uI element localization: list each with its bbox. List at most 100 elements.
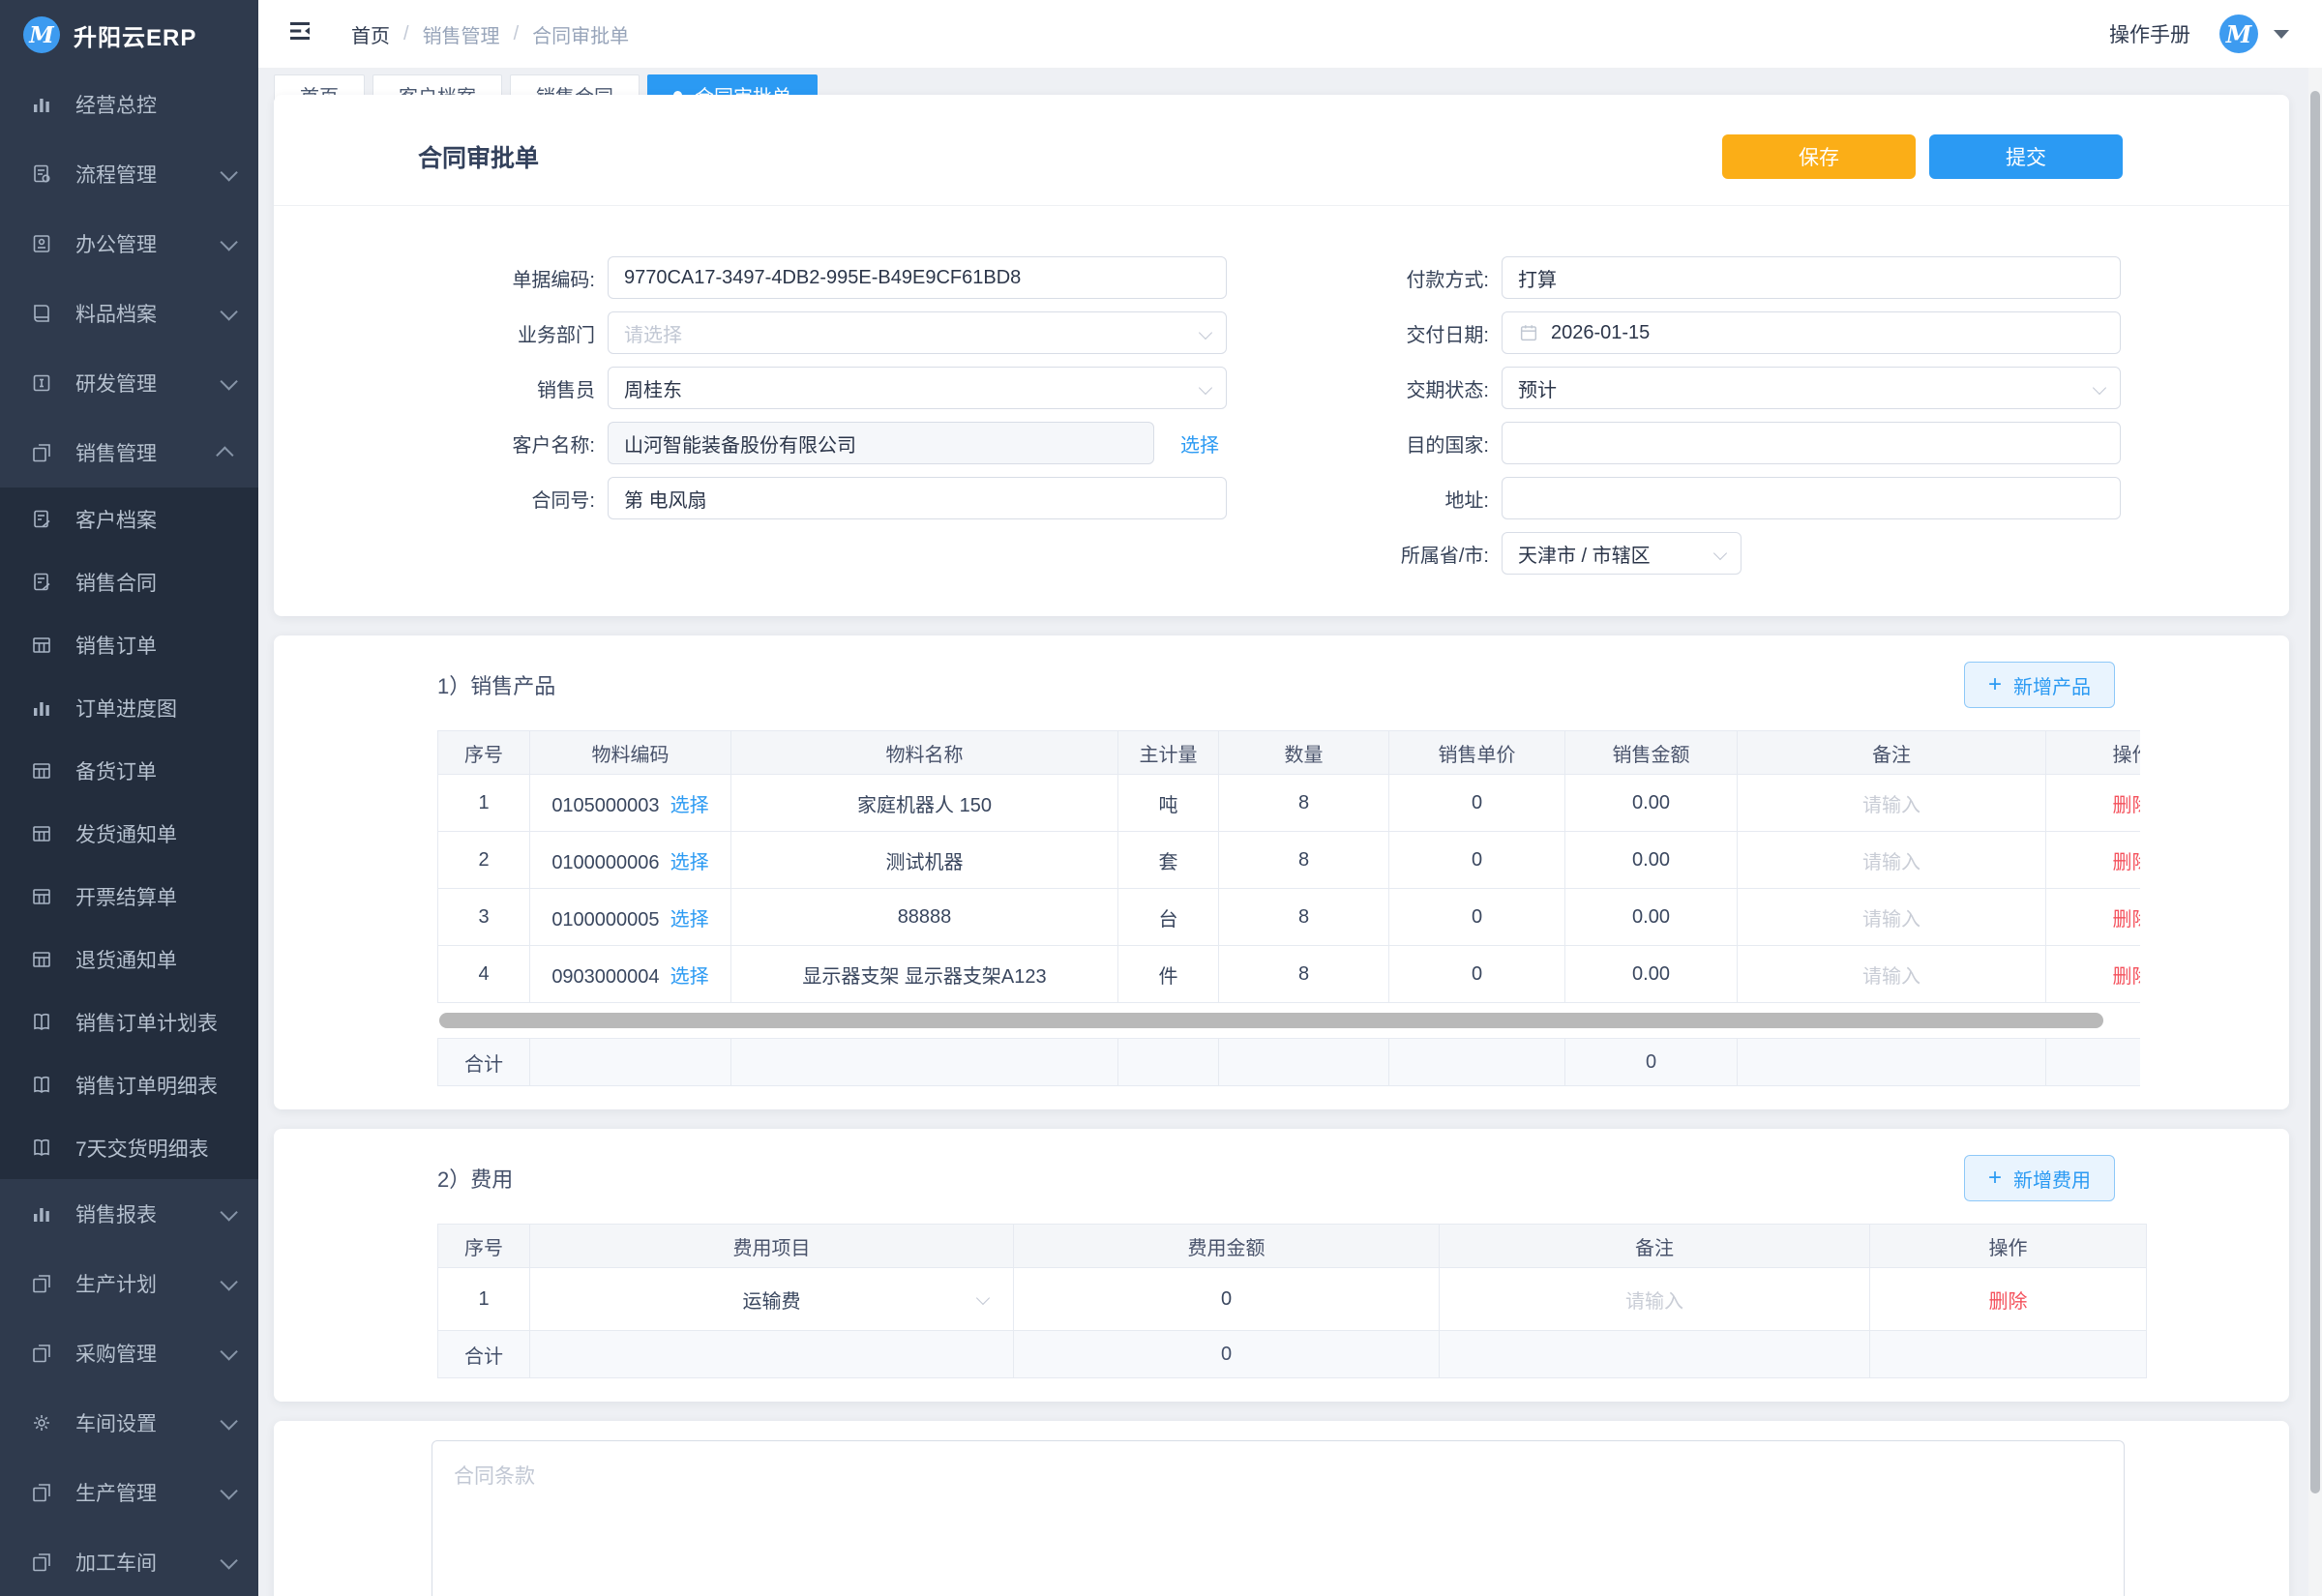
delete-row-link[interactable]: 删除 — [2113, 909, 2141, 931]
sidebar-item-purchase-mgmt[interactable]: 采购管理 — [0, 1318, 258, 1388]
col-fee-amount: 费用金额 — [1014, 1225, 1440, 1268]
breadcrumb-contract-approval[interactable]: 合同审批单 — [532, 20, 629, 48]
select-material-link[interactable]: 选择 — [670, 909, 709, 931]
price-input[interactable]: 0 — [1389, 832, 1565, 889]
sidebar-item-processing-workshop[interactable]: 加工车间 — [0, 1527, 258, 1596]
material-name: 显示器支架 显示器支架A123 — [731, 946, 1118, 1003]
price-input[interactable]: 0 — [1389, 889, 1565, 946]
sidebar-item-production-plan[interactable]: 生产计划 — [0, 1249, 258, 1318]
sidebar-collapse-icon[interactable] — [285, 16, 314, 51]
sidebar-item-material-archive[interactable]: 料品档案 — [0, 279, 258, 348]
caret-down-icon[interactable] — [2274, 30, 2289, 39]
sidebar-item-stock-order[interactable]: 备货订单 — [0, 739, 258, 802]
open-book-icon — [29, 1010, 54, 1035]
delivery-status-label: 交期状态: — [1331, 374, 1502, 402]
province-cascader[interactable]: 天津市 / 市辖区 — [1502, 532, 1742, 575]
price-input[interactable]: 0 — [1389, 775, 1565, 832]
customer-select-link[interactable]: 选择 — [1180, 429, 1219, 458]
amount-cell: 0.00 — [1565, 832, 1738, 889]
sidebar-item-label: 生产管理 — [75, 1478, 157, 1507]
delivery-status-select[interactable]: 预计 — [1502, 367, 2121, 409]
delete-row-link[interactable]: 删除 — [2113, 795, 2141, 816]
flow-doc-icon — [29, 162, 54, 187]
sidebar-item-sales-contract[interactable]: 销售合同 — [0, 550, 258, 613]
avatar[interactable]: M — [2219, 15, 2258, 53]
remark-input[interactable]: 请输入 — [1738, 775, 2046, 832]
sidebar-item-rd-mgmt[interactable]: 研发管理 — [0, 348, 258, 418]
add-fee-button[interactable]: +新增费用 — [1964, 1155, 2115, 1201]
submit-button[interactable]: 提交 — [1929, 134, 2123, 179]
department-select[interactable]: 请选择 — [608, 311, 1227, 354]
sidebar-item-label: 销售管理 — [75, 438, 157, 467]
sidebar-item-business-overview[interactable]: 经营总控 — [0, 70, 258, 139]
contract-terms-textarea[interactable] — [432, 1440, 2125, 1596]
chevron-down-icon — [1713, 547, 1727, 560]
sidebar-item-sales-mgmt[interactable]: 销售管理 — [0, 418, 258, 488]
qty-input[interactable]: 8 — [1219, 889, 1389, 946]
dest-country-input[interactable] — [1502, 422, 2121, 464]
delete-row-link[interactable]: 删除 — [2113, 852, 2141, 873]
sidebar-item-invoice-settlement[interactable]: 开票结算单 — [0, 865, 258, 928]
breadcrumb-sales-mgmt[interactable]: 销售管理 — [423, 20, 500, 48]
delete-row-link[interactable]: 删除 — [2113, 966, 2141, 988]
remark-input[interactable]: 请输入 — [1738, 832, 2046, 889]
horizontal-scrollbar[interactable] — [439, 1013, 2103, 1028]
qty-input[interactable]: 8 — [1219, 946, 1389, 1003]
sidebar-item-return-notice[interactable]: 退货通知单 — [0, 928, 258, 990]
products-table-clip: 序号 物料编码 物料名称 主计量 数量 销售单价 销售金额 备注 操作 — [437, 730, 2140, 1086]
sidebar-item-order-detail-report[interactable]: 销售订单明细表 — [0, 1053, 258, 1116]
col-material-name: 物料名称 — [731, 731, 1118, 775]
sidebar-item-sales-report[interactable]: 销售报表 — [0, 1179, 258, 1249]
qty-input[interactable]: 8 — [1219, 775, 1389, 832]
empty-cell — [1738, 1039, 2046, 1086]
form-row: 地址: — [1331, 477, 2121, 519]
salesman-select[interactable]: 周桂东 — [608, 367, 1227, 409]
price-input[interactable]: 0 — [1389, 946, 1565, 1003]
remark-input[interactable]: 请输入 — [1738, 946, 2046, 1003]
add-product-label: 新增产品 — [2013, 671, 2091, 699]
breadcrumb-home[interactable]: 首页 — [351, 20, 390, 48]
pages-icon — [29, 1271, 54, 1296]
vertical-scrollbar-thumb[interactable] — [2310, 91, 2320, 1493]
sidebar-item-order-plan-report[interactable]: 销售订单计划表 — [0, 990, 258, 1053]
sidebar-item-sales-order[interactable]: 销售订单 — [0, 613, 258, 676]
fee-item-select[interactable]: 运输费 — [530, 1268, 1014, 1331]
fee-amount-input[interactable]: 0 — [1014, 1268, 1440, 1331]
sidebar-item-process-mgmt[interactable]: 流程管理 — [0, 139, 258, 209]
sidebar-item-shipping-notice[interactable]: 发货通知单 — [0, 802, 258, 865]
delete-row-link[interactable]: 删除 — [1989, 1291, 2028, 1313]
form-row: 付款方式: 打算 — [1331, 256, 2121, 299]
select-material-link[interactable]: 选择 — [670, 795, 709, 816]
province-value: 天津市 / 市辖区 — [1518, 540, 1651, 568]
sidebar-item-workshop-settings[interactable]: 车间设置 — [0, 1388, 258, 1458]
sidebar-item-order-progress[interactable]: 订单进度图 — [0, 676, 258, 739]
payment-input[interactable]: 打算 — [1502, 256, 2121, 299]
sidebar-item-office-mgmt[interactable]: 办公管理 — [0, 209, 258, 279]
select-material-link[interactable]: 选择 — [670, 852, 709, 873]
doc-code-input[interactable]: 9770CA17-3497-4DB2-995E-B49E9CF61BD8 — [608, 256, 1227, 299]
empty-cell — [530, 1331, 1014, 1378]
terms-card — [274, 1421, 2289, 1596]
col-qty: 数量 — [1219, 731, 1389, 775]
delivery-date-input[interactable]: 2026-01-15 — [1502, 311, 2121, 354]
qty-input[interactable]: 8 — [1219, 832, 1389, 889]
amount-cell: 0.00 — [1565, 775, 1738, 832]
sidebar-item-customer-archive[interactable]: 客户档案 — [0, 488, 258, 550]
contract-no-input[interactable]: 第 电风扇 — [608, 477, 1227, 519]
form-row: 业务部门 请选择 — [437, 311, 1227, 354]
remark-input[interactable]: 请输入 — [1738, 889, 2046, 946]
col-index: 序号 — [438, 731, 530, 775]
address-input[interactable] — [1502, 477, 2121, 519]
salesman-value: 周桂东 — [624, 374, 682, 402]
sidebar-item-7day-delivery-report[interactable]: 7天交货明细表 — [0, 1116, 258, 1179]
sidebar-item-production-mgmt[interactable]: 生产管理 — [0, 1458, 258, 1527]
save-button[interactable]: 保存 — [1722, 134, 1916, 179]
manual-link[interactable]: 操作手册 — [2109, 19, 2190, 48]
select-material-link[interactable]: 选择 — [670, 966, 709, 988]
material-code-cell: 0100000005 选择 — [530, 889, 731, 946]
remark-input[interactable]: 请输入 — [1440, 1268, 1870, 1331]
file-edit-icon — [29, 570, 54, 595]
vertical-scrollbar-track[interactable] — [2308, 68, 2322, 1596]
table-row: 4 0903000004 选择 显示器支架 显示器支架A123 件 8 0 0.… — [438, 946, 2141, 1003]
add-product-button[interactable]: +新增产品 — [1964, 662, 2115, 708]
